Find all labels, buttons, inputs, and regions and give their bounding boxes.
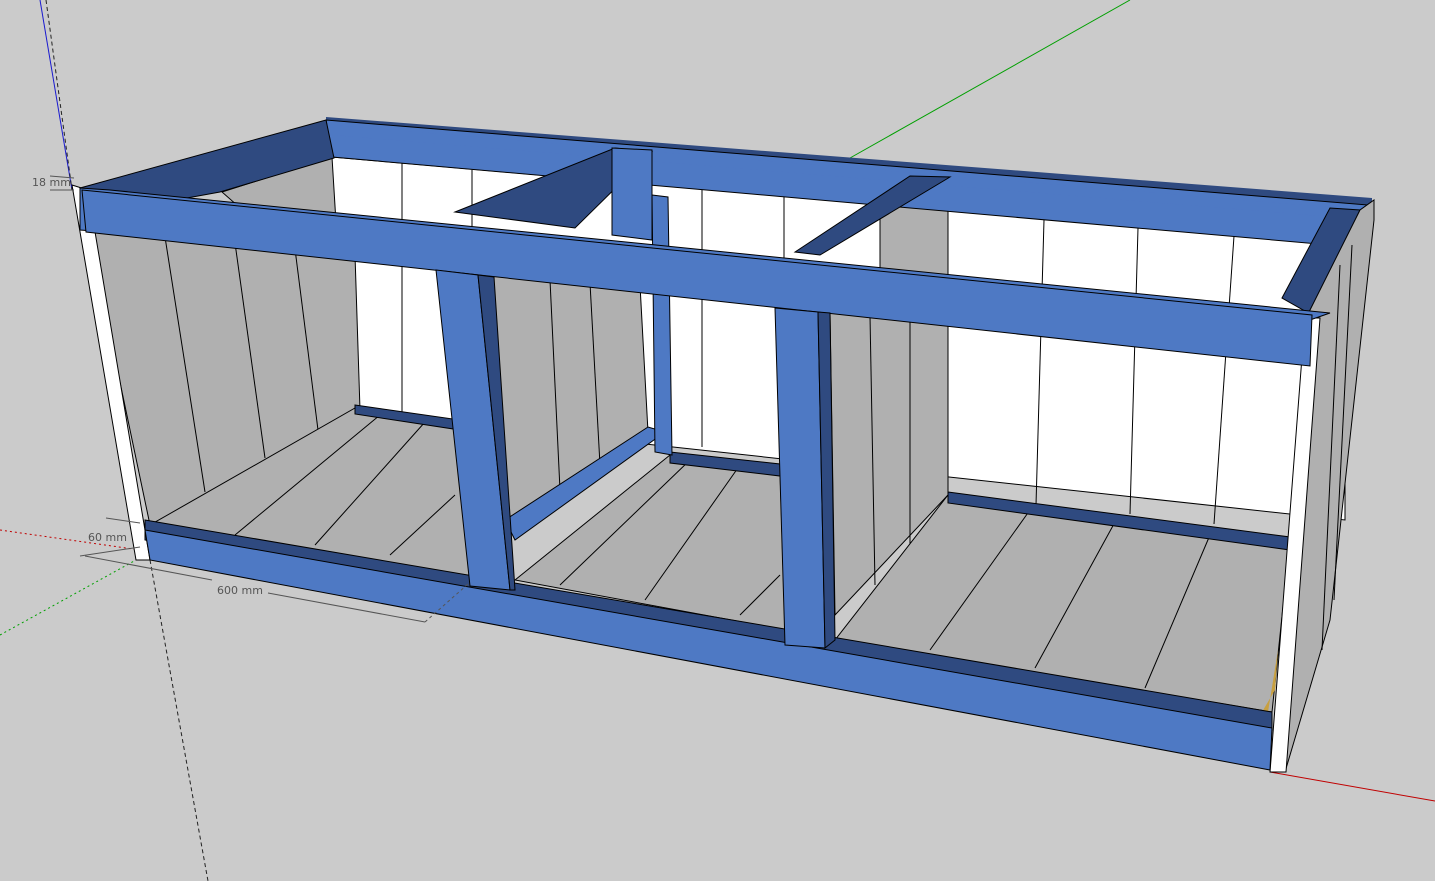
rail-height-label: 60 mm xyxy=(88,531,127,544)
model-viewport[interactable]: 18 mm 60 mm 600 mm xyxy=(0,0,1435,881)
depth-label: 600 mm xyxy=(217,584,263,597)
divider-post-back-1-lower xyxy=(651,194,673,456)
divider-post-back-1 xyxy=(611,147,653,241)
thickness-label: 18 mm xyxy=(32,176,71,189)
dimension-thickness: 18 mm xyxy=(32,175,75,191)
